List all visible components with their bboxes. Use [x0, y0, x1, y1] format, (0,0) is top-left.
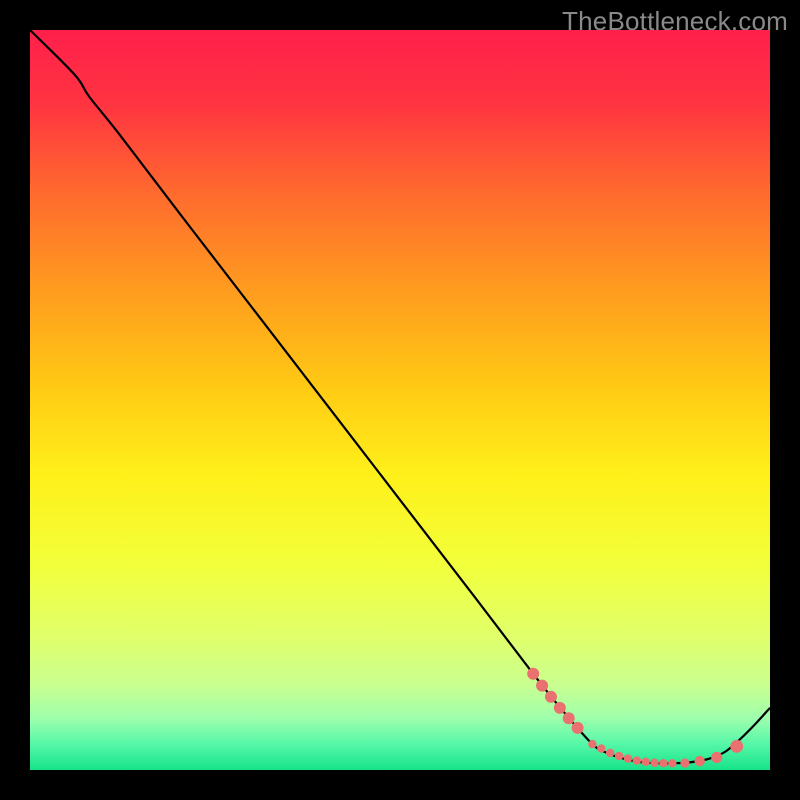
data-point	[563, 712, 575, 724]
data-point	[554, 702, 566, 714]
data-point	[545, 691, 557, 703]
chart-stage: TheBottleneck.com	[0, 0, 800, 800]
data-point	[650, 759, 658, 767]
data-point	[659, 759, 667, 767]
data-point	[730, 740, 743, 753]
data-point	[536, 680, 548, 692]
data-point	[527, 668, 539, 680]
data-point	[597, 744, 605, 752]
gradient-background	[30, 30, 770, 770]
data-point	[668, 759, 676, 767]
data-point	[680, 758, 689, 767]
data-point	[633, 756, 641, 764]
data-point	[606, 749, 614, 757]
data-point	[588, 740, 596, 748]
data-point	[624, 754, 632, 762]
plot-area	[30, 30, 770, 770]
data-point	[695, 756, 705, 766]
data-point	[615, 752, 623, 760]
data-point	[641, 758, 649, 766]
chart-svg	[30, 30, 770, 770]
data-point	[711, 752, 722, 763]
data-point	[572, 722, 584, 734]
